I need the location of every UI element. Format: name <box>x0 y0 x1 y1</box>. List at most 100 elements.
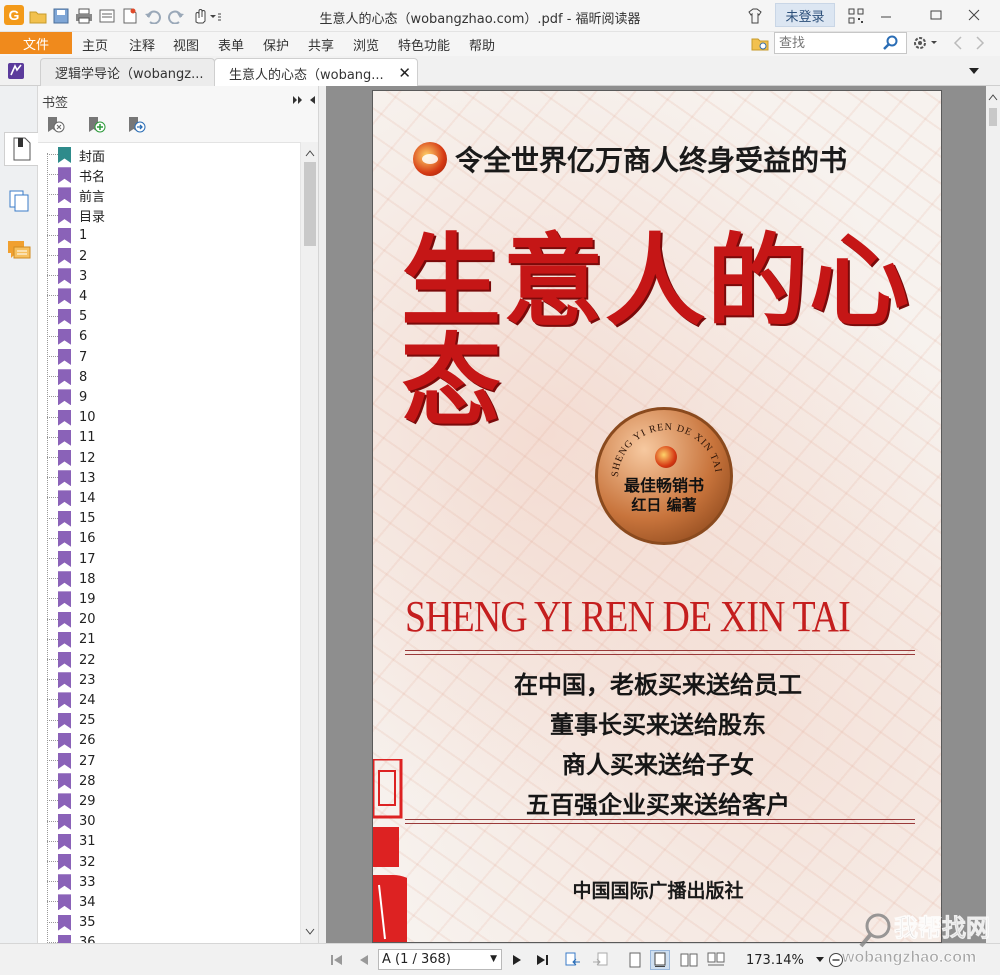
bookmark-item[interactable]: 11 <box>47 428 96 448</box>
pages-panel-icon[interactable] <box>3 184 35 218</box>
menu-comment[interactable]: 注释 <box>129 35 155 54</box>
bookmark-item[interactable]: 32 <box>47 852 96 872</box>
menu-protect[interactable]: 保护 <box>263 35 289 54</box>
tab-home-icon[interactable] <box>6 61 26 81</box>
bookmark-item[interactable]: 33 <box>47 872 96 892</box>
bookmark-item[interactable]: 3 <box>47 266 87 286</box>
last-page-icon[interactable] <box>532 950 552 970</box>
menu-share[interactable]: 共享 <box>308 35 334 54</box>
bookmark-item[interactable]: 35 <box>47 913 96 933</box>
add-bookmark-icon[interactable] <box>86 115 106 135</box>
bookmark-item[interactable]: 21 <box>47 630 96 650</box>
bookmark-item[interactable]: 16 <box>47 529 96 549</box>
prev-page-icon[interactable] <box>354 950 374 970</box>
settings-gear-icon[interactable] <box>911 33 941 53</box>
bookmark-item[interactable]: 20 <box>47 610 96 630</box>
search-icon[interactable] <box>883 35 899 51</box>
tab-logic-intro[interactable]: 逻辑学导论（wobangz... <box>40 58 215 86</box>
save-icon[interactable] <box>51 6 71 26</box>
bookmark-item[interactable]: 24 <box>47 690 96 710</box>
bookmarks-panel-icon[interactable] <box>4 132 39 166</box>
bookmark-item[interactable]: 6 <box>47 327 87 347</box>
prev-result-icon[interactable] <box>948 33 968 53</box>
bookmark-item[interactable]: 2 <box>47 246 87 266</box>
bookmark-item[interactable]: 17 <box>47 549 96 569</box>
bookmark-item[interactable]: 36 <box>47 933 96 943</box>
maximize-button[interactable] <box>923 4 949 26</box>
bookmark-item[interactable]: 9 <box>47 387 87 407</box>
bookmark-item[interactable]: 封面 <box>47 145 105 165</box>
continuous-facing-icon[interactable] <box>706 950 726 970</box>
bookmarks-scrollbar[interactable] <box>300 142 318 943</box>
hand-tool-icon[interactable] <box>189 6 223 26</box>
app-logo-icon[interactable]: G <box>4 5 24 25</box>
bookmark-item[interactable]: 4 <box>47 286 87 306</box>
bookmark-item[interactable]: 19 <box>47 589 96 609</box>
delete-bookmark-icon[interactable] <box>45 115 65 135</box>
bookmark-item[interactable]: 13 <box>47 468 96 488</box>
bookmark-item[interactable]: 30 <box>47 812 96 832</box>
tab-list-dropdown-icon[interactable] <box>964 61 984 81</box>
bookmark-item[interactable]: 书名 <box>47 165 105 185</box>
bookmark-item[interactable]: 15 <box>47 509 96 529</box>
first-page-icon[interactable] <box>327 950 347 970</box>
redo-icon[interactable] <box>166 6 186 26</box>
continuous-view-icon[interactable] <box>650 950 670 970</box>
bookmark-item[interactable]: 7 <box>47 347 87 367</box>
scroll-up-icon[interactable] <box>988 90 998 104</box>
bookmark-item[interactable]: 前言 <box>47 185 105 205</box>
menu-form[interactable]: 表单 <box>218 35 244 54</box>
bookmark-item[interactable]: 23 <box>47 670 96 690</box>
scroll-down-icon[interactable] <box>305 925 315 939</box>
bookmark-item[interactable]: 12 <box>47 448 96 468</box>
bookmark-item[interactable]: 27 <box>47 751 96 771</box>
bookmark-item[interactable]: 10 <box>47 408 96 428</box>
bookmark-item[interactable]: 14 <box>47 488 96 508</box>
bookmark-item[interactable]: 1 <box>47 226 87 246</box>
new-doc-icon[interactable] <box>120 6 140 26</box>
find-folder-icon[interactable] <box>750 33 770 53</box>
skin-icon[interactable] <box>745 6 765 26</box>
facing-view-icon[interactable] <box>679 950 699 970</box>
next-result-icon[interactable] <box>970 33 990 53</box>
page-number-field[interactable]: A (1 / 368) ▼ <box>378 949 502 970</box>
comments-panel-icon[interactable] <box>3 234 35 268</box>
next-page-icon[interactable] <box>507 950 527 970</box>
document-scrollbar[interactable] <box>986 86 1000 943</box>
document-viewport[interactable]: 令全世界亿万商人终身受益的书 生意人的心态 SHENG YI REN DE XI… <box>326 86 986 943</box>
menu-browse[interactable]: 浏览 <box>353 35 379 54</box>
zoom-level[interactable]: 173.14% <box>746 953 804 968</box>
bookmark-item[interactable]: 25 <box>47 711 96 731</box>
bookmark-item[interactable]: 31 <box>47 832 96 852</box>
bookmark-item[interactable]: 目录 <box>47 206 105 226</box>
minimize-button[interactable] <box>873 4 899 26</box>
menu-home[interactable]: 主页 <box>82 35 108 54</box>
bookmark-item[interactable]: 18 <box>47 569 96 589</box>
bookmark-item[interactable]: 28 <box>47 771 96 791</box>
bookmark-item[interactable]: 29 <box>47 791 96 811</box>
scrollbar-thumb[interactable] <box>304 162 316 246</box>
close-window-button[interactable] <box>961 4 987 26</box>
close-tab-icon[interactable]: ✕ <box>398 64 411 82</box>
bookmark-item[interactable]: 8 <box>47 367 87 387</box>
properties-icon[interactable] <box>97 6 117 26</box>
page-dropdown-icon[interactable]: ▼ <box>490 954 497 964</box>
bookmark-item[interactable]: 22 <box>47 650 96 670</box>
print-icon[interactable] <box>74 6 94 26</box>
login-button[interactable]: 未登录 <box>775 3 835 27</box>
undo-icon[interactable] <box>143 6 163 26</box>
scrollbar-thumb[interactable] <box>989 108 997 126</box>
qr-code-icon[interactable] <box>846 6 866 26</box>
go-to-bookmark-icon[interactable] <box>126 115 146 135</box>
menu-help[interactable]: 帮助 <box>469 35 495 54</box>
file-menu[interactable]: 文件 <box>0 32 72 54</box>
open-folder-icon[interactable] <box>28 6 48 26</box>
bookmark-item[interactable]: 26 <box>47 731 96 751</box>
scroll-up-icon[interactable] <box>305 146 315 160</box>
search-input[interactable] <box>775 34 883 52</box>
panel-splitter[interactable] <box>318 86 326 943</box>
next-view-icon[interactable] <box>590 950 610 970</box>
menu-view[interactable]: 视图 <box>173 35 199 54</box>
bookmark-item[interactable]: 5 <box>47 307 87 327</box>
tab-business-mindset[interactable]: 生意人的心态（wobang... ✕ <box>214 58 418 87</box>
